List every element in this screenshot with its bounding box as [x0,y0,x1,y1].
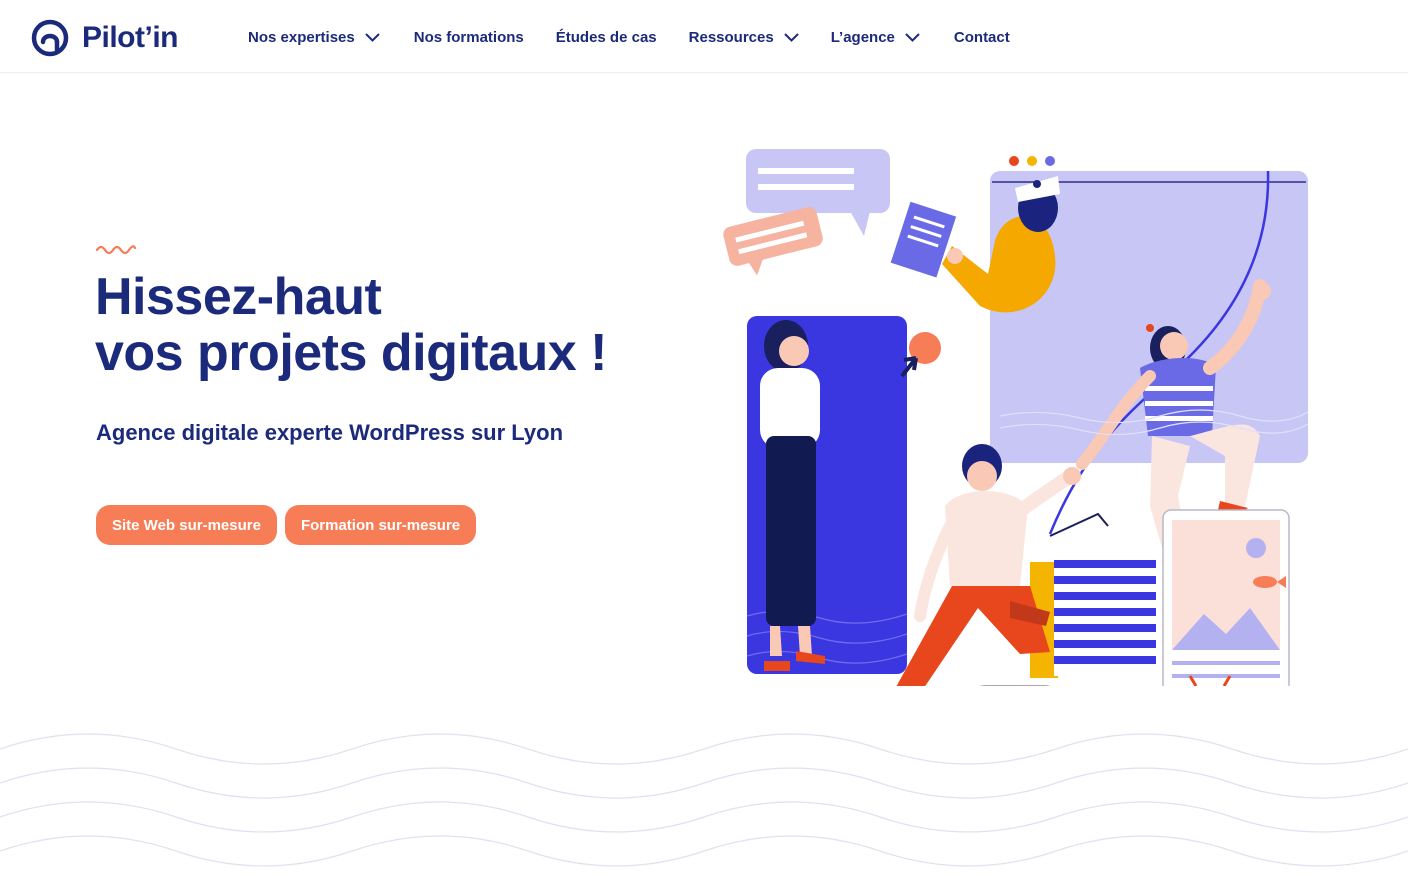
nav-item-expertises[interactable]: Nos expertises [248,22,380,52]
main-nav: Nos expertises Nos formations Études de … [248,22,1010,52]
nav-item-formations[interactable]: Nos formations [414,22,524,52]
chevron-down-icon [365,32,380,42]
chevron-down-icon [905,32,920,42]
hero-subtitle: Agence digitale experte WordPress sur Ly… [96,420,564,445]
nav-label: Études de cas [555,28,657,46]
chevron-down-icon [783,32,799,42]
nav-label: Contact [953,28,1010,46]
nav-item-agence[interactable]: L’agence [831,22,920,52]
brand-name: Pilot’in [82,21,179,54]
nav-item-contact[interactable]: Contact [954,22,1010,52]
nav-label: Ressources [688,28,774,46]
nav-item-etudes[interactable]: Études de cas [556,22,657,52]
nav-label: Nos formations [413,28,524,46]
nav-item-ressources[interactable]: Ressources [689,22,799,52]
site-web-button[interactable]: Site Web sur-mesure [96,505,277,545]
wave-pattern [0,733,1408,867]
hero-section: Hissez-haut vos projets digitaux ! Agenc… [0,73,1408,889]
nav-label: L’agence [830,28,895,46]
squiggle-icon [96,245,136,255]
logo-link[interactable]: Pilot’in [31,18,179,58]
nav-label: Nos expertises [248,28,355,46]
formation-button[interactable]: Formation sur-mesure [284,505,477,545]
hero-illustration [723,149,1309,686]
cta-group: Site Web sur-mesure Formation sur-mesure [96,505,477,545]
site-header: Pilot’in Nos expertises Nos formations É… [0,0,1408,73]
hero-headline: Hissez-haut vos projets digitaux ! [95,269,695,381]
headline-line-2: vos projets digitaux ! [95,324,607,382]
helm-circle-icon [31,19,69,57]
headline-line-1: Hissez-haut [95,268,382,326]
